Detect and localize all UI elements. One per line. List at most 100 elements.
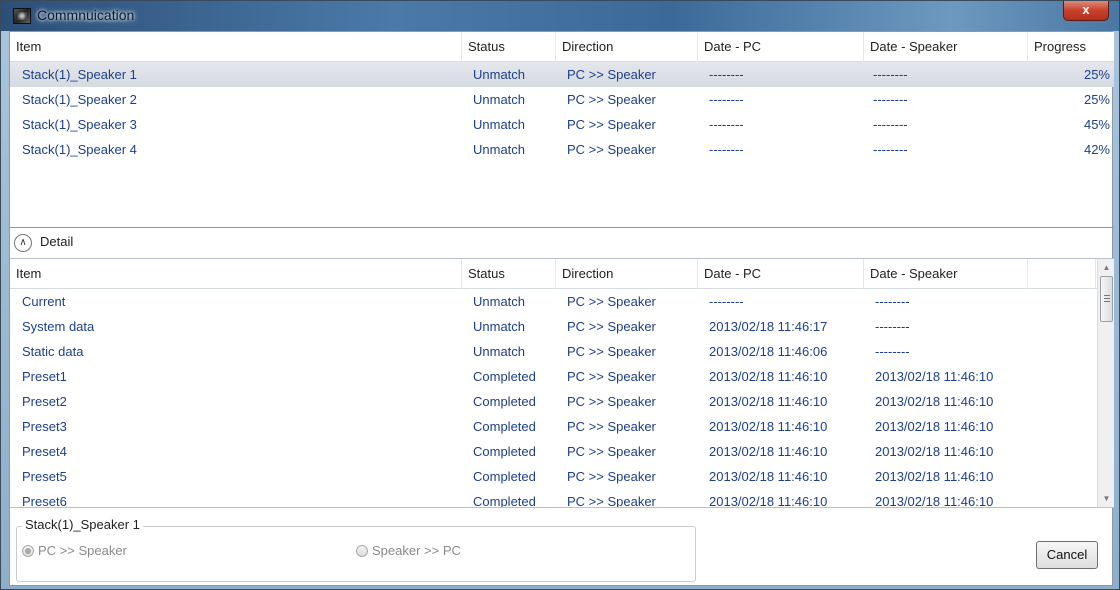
detail-table: Item Status Direction Date - PC Date - S… xyxy=(10,258,1114,508)
item-cell: Current xyxy=(22,294,66,309)
detail-column-header-date-speaker[interactable]: Date - Speaker xyxy=(864,259,1028,289)
date-speaker-cell: -------- xyxy=(873,117,908,132)
item-cell: Stack(1)_Speaker 2 xyxy=(22,92,137,107)
date-speaker-cell: -------- xyxy=(875,294,910,309)
item-cell: Stack(1)_Speaker 4 xyxy=(22,142,137,157)
date-pc-cell: 2013/02/18 11:46:10 xyxy=(709,394,828,409)
scroll-down-arrow-icon[interactable]: ▼ xyxy=(1098,490,1114,507)
direction-cell: PC >> Speaker xyxy=(567,444,656,459)
date-pc-cell: 2013/02/18 11:46:06 xyxy=(709,344,828,359)
direction-cell: PC >> Speaker xyxy=(567,92,656,107)
date-pc-cell: -------- xyxy=(709,67,744,82)
table-row[interactable]: Stack(1)_Speaker 4 Unmatch PC >> Speaker --… xyxy=(10,137,1114,162)
detail-row[interactable]: System data Unmatch PC >> Speaker 2013/02/1… xyxy=(10,314,1114,339)
table-row[interactable]: Stack(1)_Speaker 2 Unmatch PC >> Speaker --… xyxy=(10,87,1114,112)
date-pc-cell: 2013/02/18 11:46:10 xyxy=(709,419,828,434)
direction-cell: PC >> Speaker xyxy=(567,67,656,82)
item-cell: Preset1 xyxy=(22,369,67,384)
date-pc-cell: -------- xyxy=(709,92,744,107)
radio-pc-to-speaker-label: PC >> Speaker xyxy=(38,543,127,558)
detail-column-header-direction[interactable]: Direction xyxy=(556,259,698,289)
close-button[interactable]: x xyxy=(1063,1,1109,21)
detail-label: Detail xyxy=(40,234,74,249)
item-cell: Preset5 xyxy=(22,469,67,484)
speaker-table: Item Status Direction Date - PC Date - S… xyxy=(10,32,1114,162)
item-cell: System data xyxy=(22,319,95,334)
detail-row[interactable]: Preset3 Completed PC >> Speaker 2013/02/18 … xyxy=(10,414,1114,439)
date-pc-cell: -------- xyxy=(709,294,744,309)
progress-cell: 45% xyxy=(1083,117,1110,132)
date-pc-cell: 2013/02/18 11:46:10 xyxy=(709,369,828,384)
date-pc-cell: 2013/02/18 11:46:10 xyxy=(709,494,828,508)
detail-row[interactable]: Preset4 Completed PC >> Speaker 2013/02/18 … xyxy=(10,439,1114,464)
direction-cell: PC >> Speaker xyxy=(567,419,656,434)
groupbox-legend: Stack(1)_Speaker 1 xyxy=(22,517,143,532)
date-speaker-cell: 2013/02/18 11:46:10 xyxy=(875,394,994,409)
status-cell: Unmatch xyxy=(473,294,526,309)
column-header-status[interactable]: Status xyxy=(462,32,556,62)
direction-cell: PC >> Speaker xyxy=(567,394,656,409)
status-cell: Completed xyxy=(473,394,536,409)
column-header-date-speaker[interactable]: Date - Speaker xyxy=(864,32,1028,62)
scroll-up-arrow-icon[interactable]: ▲ xyxy=(1098,259,1114,276)
date-speaker-cell: 2013/02/18 11:46:10 xyxy=(875,494,994,508)
date-speaker-cell: -------- xyxy=(873,142,908,157)
date-speaker-cell: -------- xyxy=(875,319,910,334)
detail-row[interactable]: Preset2 Completed PC >> Speaker 2013/02/18 … xyxy=(10,389,1114,414)
detail-scrollbar[interactable]: ▲ ▼ xyxy=(1097,259,1114,507)
direction-cell: PC >> Speaker xyxy=(567,294,656,309)
item-cell: Preset4 xyxy=(22,444,67,459)
direction-cell: PC >> Speaker xyxy=(567,117,656,132)
detail-row[interactable]: Static data Unmatch PC >> Speaker 2013/02/1… xyxy=(10,339,1114,364)
item-cell: Stack(1)_Speaker 3 xyxy=(22,117,137,132)
item-cell: Stack(1)_Speaker 1 xyxy=(22,67,137,82)
column-header-direction[interactable]: Direction xyxy=(556,32,698,62)
direction-cell: PC >> Speaker xyxy=(567,494,656,508)
detail-column-header-status[interactable]: Status xyxy=(462,259,556,289)
detail-row[interactable]: Preset6 Completed PC >> Speaker 2013/02/18 … xyxy=(10,489,1114,508)
status-cell: Unmatch xyxy=(473,67,526,82)
column-header-date-pc[interactable]: Date - PC xyxy=(698,32,864,62)
status-cell: Completed xyxy=(473,494,536,508)
speaker-rows: Stack(1)_Speaker 1 Unmatch PC >> Speaker --… xyxy=(10,62,1114,162)
radio-speaker-to-pc-label: Speaker >> PC xyxy=(372,543,461,558)
date-pc-cell: -------- xyxy=(709,117,744,132)
detail-column-header-date-pc[interactable]: Date - PC xyxy=(698,259,864,289)
detail-column-header-item[interactable]: Item xyxy=(10,259,462,289)
scrollbar-thumb[interactable] xyxy=(1100,276,1113,322)
item-cell: Preset2 xyxy=(22,394,67,409)
date-pc-cell: 2013/02/18 11:46:17 xyxy=(709,319,828,334)
detail-row[interactable]: Preset5 Completed PC >> Speaker 2013/02/18 … xyxy=(10,464,1114,489)
direction-cell: PC >> Speaker xyxy=(567,469,656,484)
radio-unchecked-icon[interactable] xyxy=(356,544,368,557)
date-pc-cell: -------- xyxy=(709,142,744,157)
date-speaker-cell: 2013/02/18 11:46:10 xyxy=(875,419,994,434)
communication-window: Commnuication x Item Status Direction Da… xyxy=(0,0,1120,590)
cancel-button[interactable]: Cancel xyxy=(1036,541,1098,569)
direction-cell: PC >> Speaker xyxy=(567,369,656,384)
window-title: Commnuication xyxy=(37,7,135,23)
direction-cell: PC >> Speaker xyxy=(567,344,656,359)
detail-row[interactable]: Current Unmatch PC >> Speaker -------- -----… xyxy=(10,289,1114,314)
table-row[interactable]: Stack(1)_Speaker 3 Unmatch PC >> Speaker --… xyxy=(10,112,1114,137)
direction-cell: PC >> Speaker xyxy=(567,319,656,334)
column-header-progress[interactable]: Progress xyxy=(1028,32,1114,62)
item-cell: Preset3 xyxy=(22,419,67,434)
radio-pc-to-speaker[interactable]: PC >> Speaker xyxy=(22,543,127,558)
grip-icon xyxy=(1104,295,1110,296)
detail-row[interactable]: Preset1 Completed PC >> Speaker 2013/02/18 … xyxy=(10,364,1114,389)
progress-cell: 25% xyxy=(1083,92,1110,107)
radio-checked-icon[interactable] xyxy=(22,544,34,557)
table-row[interactable]: Stack(1)_Speaker 1 Unmatch PC >> Speaker --… xyxy=(10,62,1114,87)
item-cell: Static data xyxy=(22,344,84,359)
detail-column-header-blank xyxy=(1028,259,1096,289)
column-header-item[interactable]: Item xyxy=(10,32,462,62)
title-bar[interactable]: Commnuication x xyxy=(1,1,1119,31)
detail-table-header: Item Status Direction Date - PC Date - S… xyxy=(10,259,1114,289)
status-cell: Unmatch xyxy=(473,319,526,334)
detail-toggle-bar[interactable]: ∧ Detail xyxy=(10,227,1114,257)
chevron-up-icon[interactable]: ∧ xyxy=(14,234,32,252)
date-speaker-cell: -------- xyxy=(873,92,908,107)
status-cell: Unmatch xyxy=(473,142,526,157)
radio-speaker-to-pc[interactable]: Speaker >> PC xyxy=(356,543,461,558)
